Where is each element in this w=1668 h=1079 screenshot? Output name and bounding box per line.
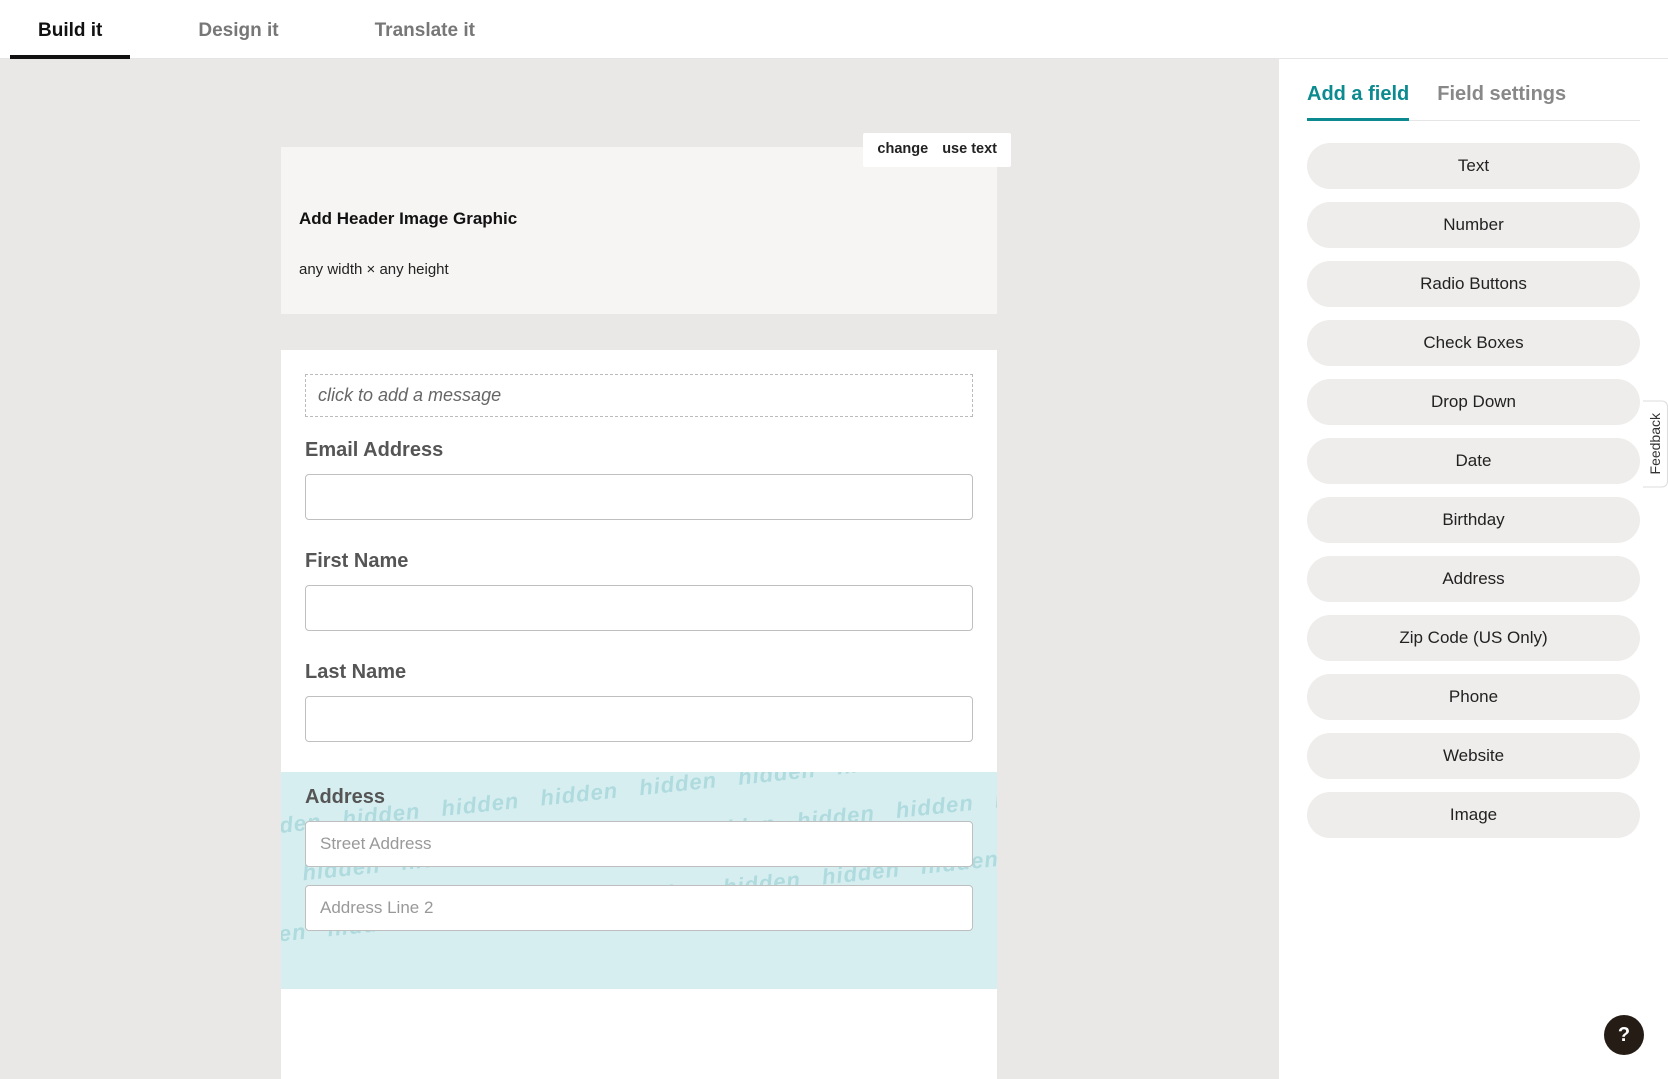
tab-design[interactable]: Design it <box>170 20 306 58</box>
email-label: Email Address <box>305 439 973 462</box>
field-type-check-boxes[interactable]: Check Boxes <box>1307 320 1640 366</box>
header-card-title: Add Header Image Graphic <box>299 209 979 229</box>
last-name-input[interactable] <box>305 696 973 742</box>
field-address[interactable]: hidden hidden hidden hidden hidden hidde… <box>281 772 997 989</box>
tab-translate[interactable]: Translate it <box>347 20 503 58</box>
header-image-card[interactable]: change use text Add Header Image Graphic… <box>281 147 997 314</box>
email-input[interactable] <box>305 474 973 520</box>
field-type-number[interactable]: Number <box>1307 202 1640 248</box>
change-link[interactable]: change <box>877 141 928 157</box>
field-type-radio-buttons[interactable]: Radio Buttons <box>1307 261 1640 307</box>
first-name-input[interactable] <box>305 585 973 631</box>
use-text-link[interactable]: use text <box>942 141 997 157</box>
last-name-label: Last Name <box>305 661 973 684</box>
tab-build[interactable]: Build it <box>10 20 130 58</box>
add-message-placeholder[interactable]: click to add a message <box>305 374 973 417</box>
field-type-date[interactable]: Date <box>1307 438 1640 484</box>
field-type-website[interactable]: Website <box>1307 733 1640 779</box>
tab-field-settings[interactable]: Field settings <box>1437 83 1566 120</box>
first-name-label: First Name <box>305 550 973 573</box>
field-last-name[interactable]: Last Name <box>305 661 973 742</box>
field-type-phone[interactable]: Phone <box>1307 674 1640 720</box>
address-label: Address <box>305 786 973 809</box>
field-type-address[interactable]: Address <box>1307 556 1640 602</box>
field-type-text[interactable]: Text <box>1307 143 1640 189</box>
form-card: click to add a message Email Address Fir… <box>281 350 997 1079</box>
field-email[interactable]: Email Address <box>305 439 973 520</box>
top-tabs: Build it Design it Translate it <box>0 0 1668 59</box>
side-panel: Add a field Field settings Text Number R… <box>1278 59 1668 1079</box>
street-address-input[interactable] <box>305 821 973 867</box>
field-type-image[interactable]: Image <box>1307 792 1640 838</box>
form-canvas: change use text Add Header Image Graphic… <box>0 59 1278 1079</box>
field-type-zip-code[interactable]: Zip Code (US Only) <box>1307 615 1640 661</box>
field-type-birthday[interactable]: Birthday <box>1307 497 1640 543</box>
feedback-tab[interactable]: Feedback <box>1643 400 1668 487</box>
side-tabs: Add a field Field settings <box>1307 83 1640 121</box>
address-line2-input[interactable] <box>305 885 973 931</box>
tab-add-field[interactable]: Add a field <box>1307 83 1409 120</box>
help-button[interactable]: ? <box>1604 1015 1644 1055</box>
header-card-actions: change use text <box>863 133 1011 167</box>
field-first-name[interactable]: First Name <box>305 550 973 631</box>
field-type-drop-down[interactable]: Drop Down <box>1307 379 1640 425</box>
header-card-dimensions: any width × any height <box>299 261 979 278</box>
